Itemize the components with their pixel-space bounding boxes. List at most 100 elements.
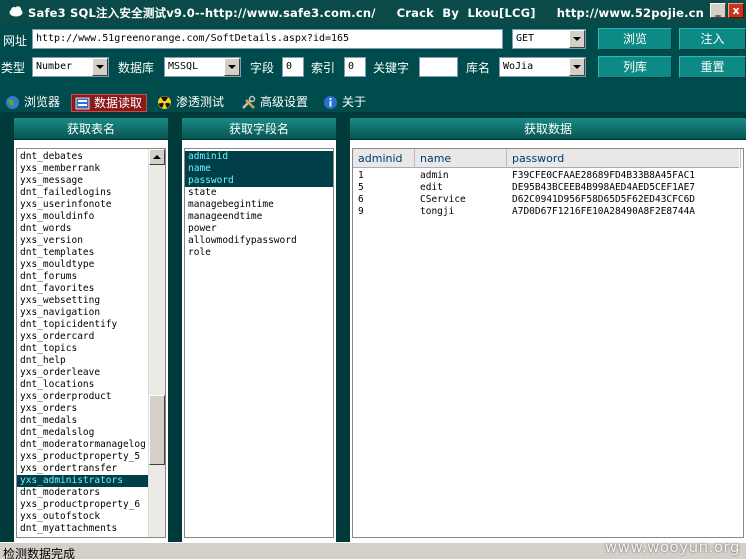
list-item[interactable]: allowmodifypassword [185, 235, 333, 247]
list-item[interactable]: password [185, 175, 333, 187]
list-item[interactable]: yxs_productproperty_6 [17, 499, 149, 511]
list-item[interactable]: state [185, 187, 333, 199]
list-item[interactable]: power [185, 223, 333, 235]
list-item[interactable]: yxs_administrators [17, 475, 149, 487]
keyword-input[interactable] [419, 57, 458, 77]
table-row[interactable]: 5 edit DE95B43BCEEB4B998AED4AED5CEF1AE7 [353, 182, 739, 194]
table-cell: 1 [358, 170, 364, 181]
tab-about-label: 关于 [342, 95, 367, 109]
table-row[interactable]: 9 tongji A7D0D67F1216FE10A28490A8F2E8744A [353, 206, 739, 218]
list-item[interactable]: adminid [185, 151, 333, 163]
table-cell: F39CFE0CFAAE28689FD4B33B8A45FAC1 [512, 170, 696, 181]
list-item[interactable]: yxs_outofstock [17, 511, 149, 523]
tab-penetration-test-label: 渗透测试 [176, 95, 225, 109]
table-cell: CService [420, 194, 466, 205]
close-button[interactable]: x [728, 3, 744, 18]
list-item[interactable]: dnt_moderators [17, 487, 149, 499]
table-cell: D62C0941D956F58D65D5F62ED43CFC6D [512, 194, 696, 205]
browse-button[interactable]: 浏览 [598, 28, 672, 50]
toolbar: 网址 http://www.51greenorange.com/SoftDeta… [0, 26, 746, 92]
minimize-button[interactable]: _ [710, 3, 726, 18]
list-item[interactable]: yxs_navigation [17, 307, 149, 319]
chevron-down-icon[interactable] [569, 58, 585, 76]
globe-icon [6, 96, 19, 109]
chevron-down-icon[interactable] [92, 58, 108, 76]
list-item[interactable]: yxs_productproperty_5 [17, 451, 149, 463]
tables-list[interactable]: dnt_debates yxs_memberrank yxs_message dnt_… [16, 148, 166, 538]
scroll-thumb[interactable] [149, 395, 165, 465]
table-row[interactable]: 1 admin F39CFE0CFAAE28689FD4B33B8A45FAC1 [353, 170, 739, 182]
list-item[interactable]: dnt_medalslog [17, 427, 149, 439]
list-item[interactable]: yxs_memberrank [17, 163, 149, 175]
dbname-label: 库名 [466, 61, 491, 75]
tab-penetration-test[interactable]: 渗透测试 [154, 94, 232, 112]
column-header-adminid[interactable]: adminid [353, 149, 415, 168]
chevron-down-icon[interactable] [569, 30, 585, 48]
list-item[interactable]: yxs_ordertransfer [17, 463, 149, 475]
list-item[interactable]: manageendtime [185, 211, 333, 223]
list-item[interactable]: yxs_userinfonote [17, 199, 149, 211]
field-count-input[interactable]: 0 [282, 57, 304, 77]
dbname-select[interactable]: WoJia [499, 57, 586, 77]
inject-button[interactable]: 注入 [679, 28, 746, 50]
watermark: www.wooyun.org [604, 538, 740, 556]
list-item[interactable]: dnt_words [17, 223, 149, 235]
data-panel: 获取数据 adminid name password 1 admin F39CFE0… [350, 118, 746, 542]
index-label: 索引 [311, 61, 336, 75]
type-select[interactable]: Number [32, 57, 109, 77]
list-item[interactable]: dnt_moderatormanagelog [17, 439, 149, 451]
list-item[interactable]: role [185, 247, 333, 259]
list-item[interactable]: dnt_locations [17, 379, 149, 391]
list-item[interactable]: managebegintime [185, 199, 333, 211]
tab-advanced-settings[interactable]: 高级设置 [238, 94, 316, 112]
table-cell: DE95B43BCEEB4B998AED4AED5CEF1AE7 [512, 182, 696, 193]
tab-about[interactable]: 关于 [320, 94, 372, 112]
dbname-value: WoJia [503, 61, 534, 72]
list-item[interactable]: yxs_mouldtype [17, 259, 149, 271]
list-item[interactable]: name [185, 163, 333, 175]
table-cell: A7D0D67F1216FE10A28490A8F2E8744A [512, 206, 696, 217]
list-item[interactable]: yxs_websetting [17, 295, 149, 307]
list-item[interactable]: yxs_version [17, 235, 149, 247]
radiation-icon [158, 96, 171, 109]
tables-items: dnt_debates yxs_memberrank yxs_message dnt_… [17, 151, 149, 535]
window-title: Safe3 SQL注入安全测试v9.0--http://www.safe3.co… [28, 6, 705, 20]
tab-data-read[interactable]: 数据读取 [71, 94, 148, 112]
list-item[interactable]: dnt_myattachments [17, 523, 149, 535]
index-input[interactable]: 0 [344, 57, 366, 77]
list-item[interactable]: dnt_templates [17, 247, 149, 259]
tab-browser[interactable]: 浏览器 [2, 94, 68, 112]
database-select[interactable]: MSSQL [164, 57, 241, 77]
fields-list[interactable]: adminid name password state managebegintime m… [184, 148, 334, 538]
scroll-up-button[interactable] [149, 149, 165, 165]
fields-items: adminid name password state managebegintime m… [185, 151, 333, 259]
list-item[interactable]: yxs_message [17, 175, 149, 187]
data-grid[interactable]: adminid name password 1 admin F39CFE0CFAAE… [352, 148, 744, 538]
list-item[interactable]: yxs_orders [17, 403, 149, 415]
list-item[interactable]: dnt_medals [17, 415, 149, 427]
list-item[interactable]: dnt_topicidentify [17, 319, 149, 331]
close-icon: x [732, 4, 740, 17]
list-item[interactable]: dnt_topics [17, 343, 149, 355]
list-item[interactable]: dnt_help [17, 355, 149, 367]
list-databases-button[interactable]: 列库 [598, 56, 672, 78]
list-item[interactable]: dnt_failedlogins [17, 187, 149, 199]
table-cell: tongji [420, 206, 455, 217]
url-input[interactable]: http://www.51greenorange.com/SoftDetails… [32, 29, 503, 49]
table-row[interactable]: 6 CService D62C0941D956F58D65D5F62ED43CFC6… [353, 194, 739, 206]
tables-scrollbar[interactable] [148, 149, 165, 537]
list-item[interactable]: yxs_orderproduct [17, 391, 149, 403]
method-select[interactable]: GET [512, 29, 586, 49]
status-text: 检测数据完成 [3, 547, 76, 559]
list-item[interactable]: dnt_forums [17, 271, 149, 283]
list-item[interactable]: yxs_orderleave [17, 367, 149, 379]
column-header-password[interactable]: password [507, 149, 741, 168]
tab-strip: 浏览器 数据读取 渗透测试 高级设置 关于 [0, 92, 746, 112]
list-item[interactable]: dnt_debates [17, 151, 149, 163]
reset-button[interactable]: 重置 [679, 56, 746, 78]
list-item[interactable]: yxs_ordercard [17, 331, 149, 343]
list-item[interactable]: dnt_favorites [17, 283, 149, 295]
column-header-name[interactable]: name [415, 149, 507, 168]
list-item[interactable]: yxs_mouldinfo [17, 211, 149, 223]
chevron-down-icon[interactable] [224, 58, 240, 76]
